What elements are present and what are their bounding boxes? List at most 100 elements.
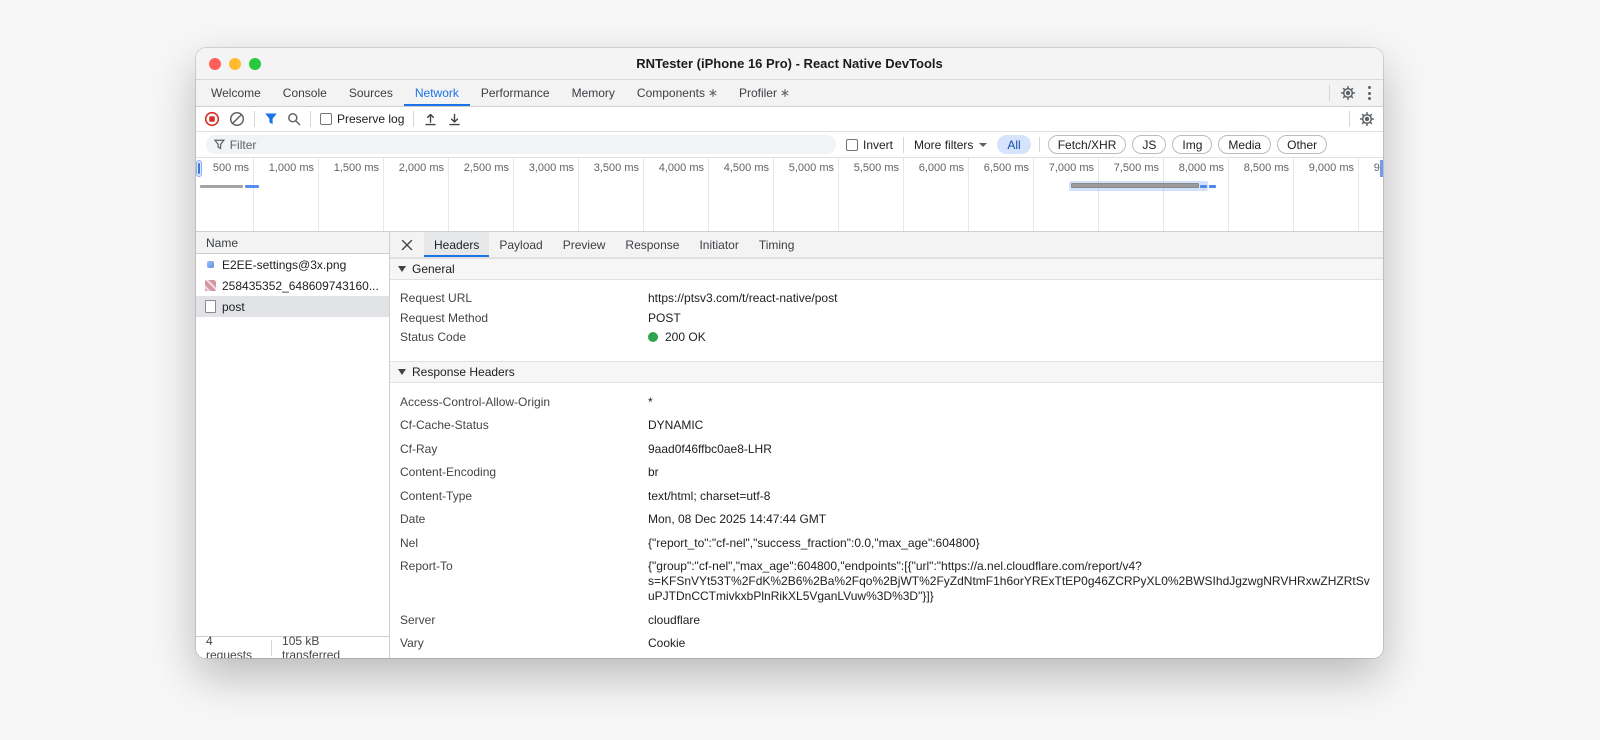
- details-tab-response[interactable]: Response: [615, 232, 689, 257]
- name-column-header[interactable]: Name: [196, 232, 389, 254]
- response-headers-section-title: Response Headers: [412, 364, 515, 379]
- tab-label: Welcome: [211, 86, 261, 100]
- search-icon[interactable]: [287, 112, 301, 126]
- request-type-chip[interactable]: JS: [1132, 135, 1167, 154]
- request-name: E2EE-settings@3x.png: [222, 257, 347, 272]
- divider: [310, 111, 311, 127]
- record-network-log-icon[interactable]: [204, 111, 220, 127]
- devtools-window: RNTester (iPhone 16 Pro) - React Native …: [196, 48, 1383, 658]
- response-headers-section-header[interactable]: Response Headers: [390, 360, 1383, 383]
- overview-right-handle[interactable]: [1380, 160, 1383, 177]
- filter-input[interactable]: [229, 137, 828, 152]
- close-details-button[interactable]: [390, 232, 424, 257]
- tab-network[interactable]: Network: [404, 80, 470, 106]
- checkbox-box[interactable]: [320, 113, 332, 125]
- network-overview-timeline[interactable]: 500 ms 1,000 ms 1,500 ms 2,000 ms 2,500 ms 3,…: [196, 158, 1383, 232]
- tab-label: Sources: [348, 86, 393, 100]
- details-tab-timing[interactable]: Timing: [749, 232, 805, 257]
- divider: [903, 136, 905, 153]
- waterfall-bar: [1200, 185, 1208, 188]
- tab-components[interactable]: Components: [626, 80, 728, 106]
- zoom-window-button[interactable]: [249, 57, 261, 70]
- header-value: Mon, 08 Dec 2025 14:47:44 GMT: [648, 512, 827, 526]
- title-bar: RNTester (iPhone 16 Pro) - React Native …: [196, 48, 1383, 80]
- overview-left-handle[interactable]: [196, 160, 202, 177]
- header-value: POST: [648, 310, 681, 325]
- details-tab-label: Initiator: [699, 237, 739, 252]
- details-tab-preview[interactable]: Preview: [553, 232, 616, 257]
- tab-performance[interactable]: Performance: [470, 80, 561, 106]
- checkbox-box[interactable]: [846, 138, 858, 151]
- network-settings-gear-icon[interactable]: [1359, 111, 1375, 127]
- request-type-chip[interactable]: Media: [1218, 135, 1272, 154]
- filter-funnel-icon[interactable]: [264, 112, 278, 126]
- tab-welcome[interactable]: Welcome: [200, 80, 272, 106]
- settings-gear-icon[interactable]: [1340, 85, 1356, 101]
- divider: [271, 639, 273, 656]
- header-value: {"group":"cf-nel","max_age":604800,"endp…: [648, 559, 1370, 603]
- header-value: *: [648, 394, 653, 409]
- header-row: Cf-Cache-Status DYNAMIC: [390, 414, 1383, 438]
- tab-memory[interactable]: Memory: [561, 80, 626, 106]
- request-row[interactable]: 258435352_648609743160...: [196, 275, 389, 296]
- timeline-tick-label: 500 ms: [196, 158, 254, 231]
- response-headers-section: Response Headers Access-Control-Allow-Or…: [390, 360, 1383, 656]
- general-section-title: General: [412, 262, 455, 276]
- tab-label: Components: [636, 86, 705, 100]
- chip-label: Img: [1182, 137, 1203, 152]
- timeline-tick-label: 2,500 ms: [449, 158, 514, 231]
- header-value: {"report_to":"cf-nel","success_fraction"…: [648, 535, 980, 550]
- network-toolbar: Preserve log: [196, 107, 1383, 132]
- details-tab-label: Response: [625, 237, 680, 252]
- request-type-chip[interactable]: Fetch/XHR: [1047, 135, 1127, 154]
- request-type-chip[interactable]: All: [997, 135, 1031, 154]
- more-filters-dropdown[interactable]: More filters: [914, 138, 988, 152]
- header-name: Date: [400, 512, 426, 526]
- timeline-tick-label: 4,500 ms: [709, 158, 774, 231]
- chevron-down-icon: [979, 142, 988, 147]
- timeline-tick-label: 7,500 ms: [1099, 158, 1164, 231]
- details-tab-payload[interactable]: Payload: [489, 232, 552, 257]
- tab-console[interactable]: Console: [272, 80, 338, 106]
- header-row: Content-Encoding br: [390, 461, 1383, 485]
- preserve-log-label: Preserve log: [337, 112, 405, 126]
- minimize-window-button[interactable]: [229, 57, 241, 70]
- clear-network-log-icon[interactable]: [229, 111, 245, 127]
- invert-checkbox[interactable]: Invert: [846, 138, 893, 152]
- devtools-tab-bar: Welcome Console Sources Network Performa: [196, 80, 1383, 107]
- more-options-icon[interactable]: [1366, 84, 1373, 102]
- timeline-tick-label: 5,000 ms: [774, 158, 839, 231]
- tab-label: Console: [282, 86, 327, 100]
- chip-label: Media: [1228, 137, 1262, 152]
- divider: [1329, 85, 1330, 101]
- header-value: DYNAMIC: [648, 418, 704, 432]
- chip-label: JS: [1142, 137, 1157, 152]
- request-type-chip[interactable]: Img: [1172, 135, 1213, 154]
- timeline-tick-label: 3,500 ms: [579, 158, 644, 231]
- header-value: br: [648, 465, 659, 479]
- header-row: Server cloudflare: [390, 609, 1383, 633]
- details-tab-headers[interactable]: Headers: [424, 232, 490, 257]
- header-name: Request Method: [400, 310, 489, 325]
- request-row[interactable]: post: [196, 296, 389, 317]
- header-value: 200 OK: [648, 330, 1375, 345]
- request-type-chip[interactable]: Other: [1277, 135, 1328, 154]
- tab-profiler[interactable]: Profiler: [728, 80, 800, 106]
- timeline-tick-label: 1,000 ms: [254, 158, 319, 231]
- header-value: 9aad0f46ffbc0ae8-LHR: [648, 441, 772, 456]
- timeline-tick-label: 6,000 ms: [904, 158, 969, 231]
- preserve-log-checkbox[interactable]: Preserve log: [320, 112, 404, 126]
- header-value: Cookie: [648, 636, 686, 650]
- image-blue-icon: [204, 259, 216, 271]
- general-section-header[interactable]: General: [390, 258, 1383, 280]
- window-title: RNTester (iPhone 16 Pro) - React Native …: [636, 56, 943, 71]
- request-row[interactable]: E2EE-settings@3x.png: [196, 254, 389, 275]
- export-har-icon[interactable]: [447, 112, 462, 127]
- divider: [413, 111, 415, 127]
- general-section: General Request URL https://ptsv3.com/t/…: [390, 258, 1383, 348]
- close-window-button[interactable]: [209, 57, 221, 70]
- import-har-icon[interactable]: [423, 112, 438, 127]
- tab-sources[interactable]: Sources: [338, 80, 404, 106]
- details-tab-initiator[interactable]: Initiator: [689, 232, 748, 257]
- network-summary-bar: 4 requests 105 kB transferred: [196, 634, 389, 658]
